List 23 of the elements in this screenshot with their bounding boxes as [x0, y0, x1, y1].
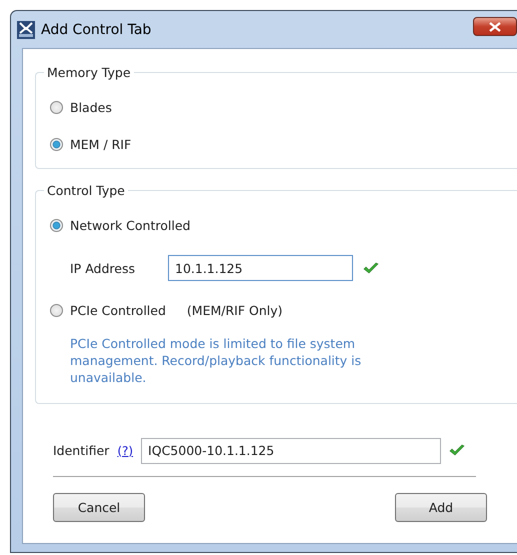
radio-label: MEM / RIF — [70, 137, 132, 152]
radio-button[interactable] — [50, 304, 63, 317]
radio-button[interactable] — [50, 219, 63, 232]
radio-label: PCIe Controlled — [70, 303, 166, 318]
close-button[interactable] — [473, 17, 517, 36]
cancel-button[interactable]: Cancel — [53, 492, 145, 522]
radio-label: Blades — [70, 100, 112, 115]
field-label: IP Address — [70, 260, 136, 276]
radio-note: (MEM/RIF Only) — [186, 303, 283, 318]
field-label: Identifier — [53, 443, 110, 458]
radio-label: Network Controlled — [70, 218, 190, 233]
close-icon — [489, 22, 501, 32]
radio-button[interactable] — [50, 138, 63, 151]
ip-address-field[interactable]: 10.1.1.125 — [168, 255, 353, 281]
radio-button[interactable] — [50, 101, 63, 114]
app-logo-icon — [17, 20, 35, 38]
add-button[interactable]: Add — [395, 492, 487, 522]
identifier-field[interactable]: IQC5000-10.1.1.125 — [141, 438, 442, 464]
info-text: PCIe Controlled mode is limited to file system management. Record/playback functionality is unavailable. — [69, 336, 362, 387]
window-title: Add Control Tab — [41, 22, 152, 38]
group-title: Memory Type — [46, 65, 132, 80]
help-link[interactable]: (?) — [117, 444, 134, 458]
group-title: Control Type — [46, 183, 126, 198]
